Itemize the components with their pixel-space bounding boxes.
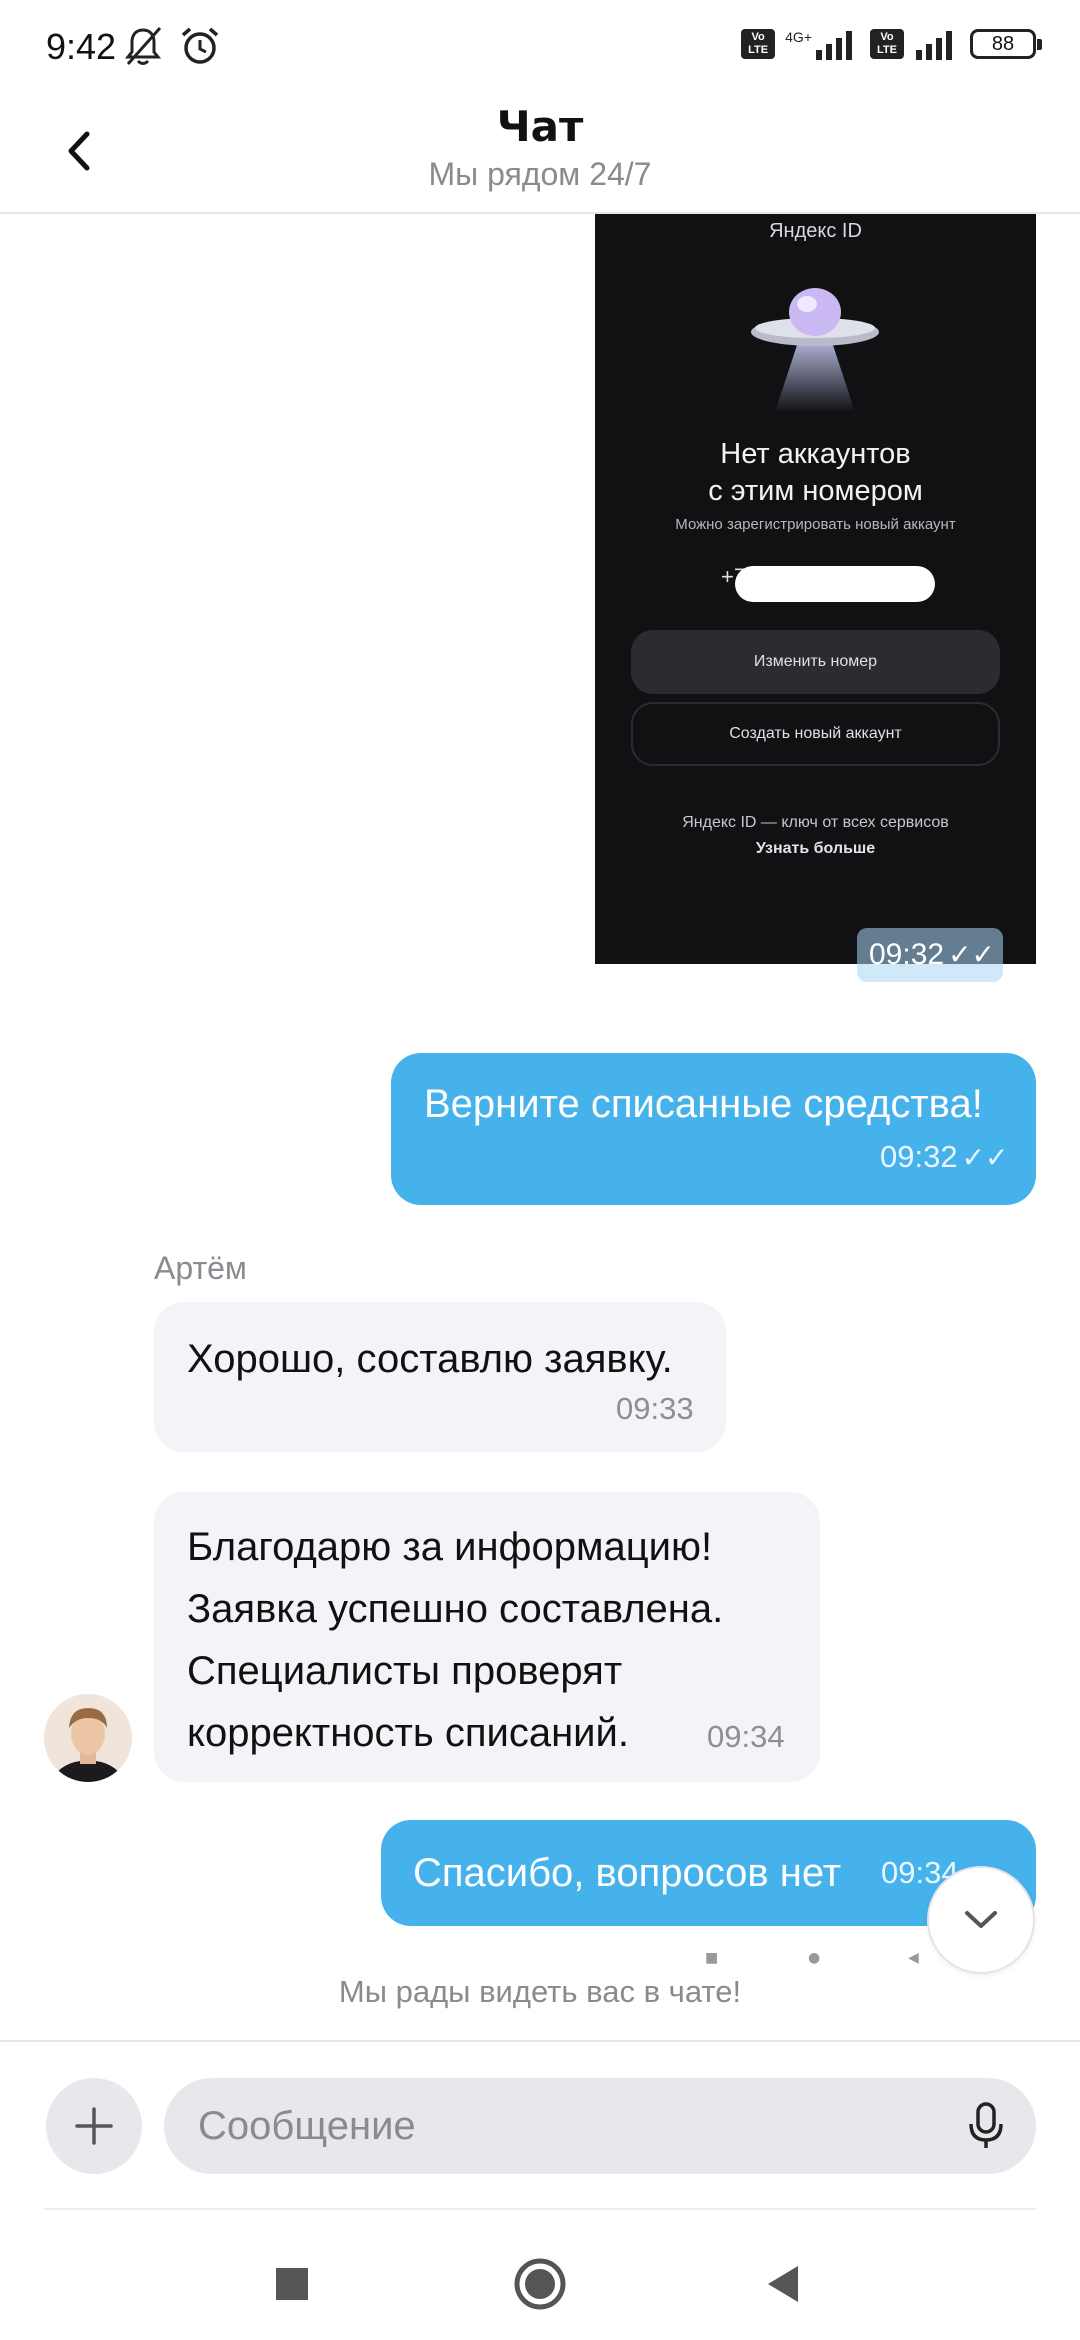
image-nav-square: ■ (705, 1950, 719, 1966)
image-subtitle: Можно зарегистрировать новый аккаунт (675, 516, 956, 533)
avatar[interactable] (44, 1694, 132, 1782)
message-text: Верните списанные средства! (424, 1082, 983, 1126)
nav-recents-button[interactable] (262, 2254, 322, 2314)
circle-icon (514, 2258, 566, 2310)
volte-badge-2: Vo LTE (870, 29, 904, 59)
status-time: 9:42 (46, 26, 117, 67)
message-text: Спасибо, вопросов нет (413, 1851, 842, 1895)
image-message-time: 09:32 ✓✓ (857, 928, 1003, 982)
message-line: Благодарю за информацию! (187, 1525, 713, 1569)
sender-name: Артём (154, 1250, 247, 1286)
image-brand: Яндекс ID (769, 220, 862, 242)
welcome-text: Мы рады видеть вас в чате! (338, 1974, 742, 2009)
chevron-down-icon (965, 1911, 997, 1928)
chat-header: Чат Мы рядом 24/7 (0, 96, 1080, 214)
image-create-account: Создать новый аккаунт (631, 702, 1000, 766)
image-change-number: Изменить номер (631, 630, 1000, 694)
battery-icon: 88 (970, 29, 1042, 59)
message-line: Специалисты проверят (187, 1649, 623, 1693)
signal-icon-2 (916, 31, 952, 60)
volte-badge: Vo LTE (741, 29, 776, 59)
image-message[interactable]: Яндекс ID Нет аккаунтов с этим номером М… (595, 214, 1036, 964)
message-text: Хорошо, составлю заявку. (187, 1337, 673, 1381)
triangle-back-icon (768, 2266, 798, 2302)
check-icon: ✓✓ (948, 939, 995, 970)
nav-back-button[interactable] (754, 2254, 814, 2314)
plus-icon (75, 2107, 113, 2145)
ufo-illustration (751, 288, 879, 412)
redaction-mask (735, 566, 935, 602)
check-icon: ✓✓ (961, 1142, 1009, 1173)
message-input[interactable] (164, 2078, 1036, 2174)
image-footer: Яндекс ID — ключ от всех сервисов (682, 814, 949, 831)
alarm-icon (181, 27, 219, 64)
page-subtitle: Мы рядом 24/7 (428, 156, 652, 192)
incoming-message[interactable]: Благодарю за информацию! Заявка успешно … (154, 1492, 820, 1782)
system-nav-bar (44, 2208, 1036, 2340)
status-bar: 9:42 Vo LTE 4G+ Vo LTE 88 (0, 0, 1080, 96)
image-nav-back: ◀ (908, 1950, 919, 1966)
message-line: корректность списаний. (187, 1711, 629, 1755)
image-nav-circle: ● (808, 1950, 821, 1966)
image-title-line2: с этим номером (708, 475, 923, 507)
microphone-icon[interactable] (966, 2102, 1006, 2150)
outgoing-message[interactable]: Верните списанные средства! 09:32 ✓✓ (391, 1053, 1036, 1205)
message-time-text: 09:32 (880, 1139, 958, 1174)
page-title: Чат (496, 102, 584, 151)
image-learn-more: Узнать больше (755, 840, 876, 857)
attach-button[interactable] (46, 2078, 142, 2174)
message-time: 09:32 ✓✓ (880, 1139, 1009, 1175)
message-line: Заявка успешно составлена. (187, 1587, 724, 1631)
signal-icon (816, 31, 852, 60)
image-title: Нет аккаунтов с этим номером (595, 436, 1036, 510)
nav-home-button[interactable] (510, 2254, 570, 2314)
square-icon (276, 2268, 308, 2300)
message-time: 09:33 (616, 1391, 694, 1426)
network-type: 4G+ (785, 29, 812, 45)
message-composer (0, 2040, 1080, 2210)
message-text: Благодарю за информацию! Заявка успешно … (187, 1516, 723, 1764)
agent-avatar-image (44, 1694, 132, 1782)
scroll-down-button[interactable] (927, 1866, 1035, 1974)
message-time: 09:34 (707, 1719, 785, 1754)
mute-icon (124, 27, 162, 65)
image-title-line1: Нет аккаунтов (720, 438, 911, 470)
incoming-message[interactable]: Хорошо, составлю заявку. 09:33 (154, 1302, 726, 1452)
image-time-text: 09:32 (869, 938, 945, 971)
